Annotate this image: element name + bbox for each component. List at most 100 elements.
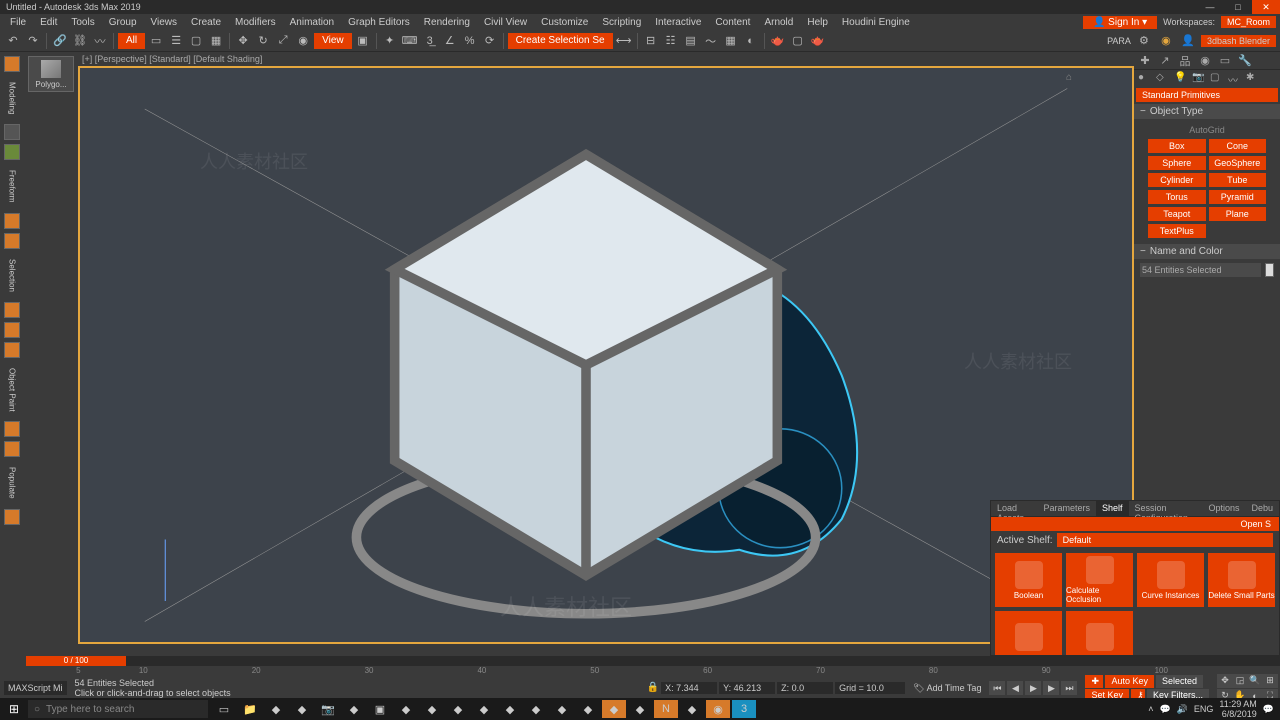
active-shelf-dropdown[interactable]: Default [1057,533,1273,547]
lights-icon[interactable]: 💡 [1174,72,1186,84]
ribbon-tool-icon[interactable] [4,441,20,457]
geometry-icon[interactable]: ● [1138,72,1150,84]
houdini-icon[interactable]: ◉ [706,700,730,718]
nuke-icon[interactable]: N [654,700,678,718]
key-mode-icon[interactable]: ✚ [1085,675,1103,688]
keyboard-shortcut-icon[interactable]: ⌨ [401,32,419,50]
pyramid-button[interactable]: Pyramid [1209,190,1267,204]
menu-help[interactable]: Help [801,17,834,28]
shelf-curve-instances[interactable]: Curve Instances [1137,553,1204,607]
menu-tools[interactable]: Tools [65,17,100,28]
app-icon[interactable]: ▣ [368,700,392,718]
spacewarps-icon[interactable]: 〰 [1228,72,1240,84]
plane-button[interactable]: Plane [1209,207,1267,221]
mirror-icon[interactable]: ⟷ [615,32,633,50]
named-selection-dropdown[interactable]: Create Selection Se [508,33,613,49]
shelf-boolean[interactable]: Boolean [995,553,1062,607]
undo-icon[interactable]: ↶ [4,32,22,50]
ribbon-tool-icon[interactable] [4,302,20,318]
menu-content[interactable]: Content [709,17,756,28]
color-swatch[interactable] [1265,263,1274,277]
manipulate-icon[interactable]: ✦ [381,32,399,50]
minimize-button[interactable]: — [1196,0,1224,14]
shelf-item[interactable] [1066,611,1133,655]
app-icon[interactable]: ◆ [550,700,574,718]
app-icon[interactable]: ◆ [420,700,444,718]
pivot-icon[interactable]: ▣ [354,32,372,50]
app-icon[interactable]: ◆ [680,700,704,718]
notifications-icon[interactable]: 💬 [1263,704,1274,715]
scale-icon[interactable]: ⤢ [274,32,292,50]
display-tab-icon[interactable]: ▭ [1218,54,1232,68]
ribbon-tool-icon[interactable] [4,509,20,525]
tray-icon[interactable]: 💬 [1159,704,1170,715]
motion-tab-icon[interactable]: ◉ [1198,54,1212,68]
app-icon[interactable]: ◆ [576,700,600,718]
object-name-input[interactable] [1140,263,1261,277]
render-icon[interactable]: 🫖 [809,32,827,50]
app-icon[interactable]: ◆ [342,700,366,718]
tray-icon[interactable]: 🔊 [1177,704,1188,715]
shelf-item[interactable] [995,611,1062,655]
autokey-button[interactable]: Auto Key [1105,675,1154,688]
menu-graph-editors[interactable]: Graph Editors [342,17,416,28]
nav-icon[interactable]: ⊞ [1262,674,1278,688]
select-by-name-icon[interactable]: ☰ [167,32,185,50]
ribbon-tool-icon[interactable] [4,322,20,338]
menu-file[interactable]: File [4,17,32,28]
viewport-label[interactable]: [+] [Perspective] [Standard] [Default Sh… [78,52,1134,66]
align-icon[interactable]: ⊟ [642,32,660,50]
selection-filter-dropdown[interactable]: All [118,33,145,49]
user-avatar-icon[interactable]: 👤 [1179,32,1197,50]
ribbon-modeling-icon[interactable] [4,56,20,72]
menu-interactive[interactable]: Interactive [649,17,707,28]
goto-start-icon[interactable]: ⏮ [989,681,1005,695]
polygon-modeling-button[interactable]: Polygo... [28,56,74,92]
select-icon[interactable]: ▭ [147,32,165,50]
cone-button[interactable]: Cone [1209,139,1267,153]
app-icon[interactable]: ◆ [394,700,418,718]
unlink-icon[interactable]: ⛓ [71,32,89,50]
goto-end-icon[interactable]: ⏭ [1061,681,1077,695]
shelf-tab-options[interactable]: Options [1202,501,1245,516]
app-icon[interactable]: ◆ [628,700,652,718]
shelf-tab-debug[interactable]: Debu [1245,501,1279,516]
tray-time[interactable]: 11:29 AM [1219,699,1256,709]
time-track[interactable]: 0 / 100 [26,656,1280,666]
shapes-icon[interactable]: ◇ [1156,72,1168,84]
tray-chevron-icon[interactable]: ˄ [1148,704,1153,714]
geosphere-button[interactable]: GeoSphere [1209,156,1267,170]
curve-editor-icon[interactable]: 〜 [702,32,720,50]
shelf-occlusion[interactable]: Calculate Occlusion [1066,553,1133,607]
ribbon-populate-label[interactable]: Populate [8,461,17,505]
app-icon[interactable]: ◆ [264,700,288,718]
ribbon-tool-icon[interactable] [4,233,20,249]
app-icon[interactable]: ◆ [290,700,314,718]
gear-icon[interactable]: ⚙ [1135,32,1153,50]
z-coord[interactable]: Z: 0.0 [777,682,833,694]
menu-group[interactable]: Group [103,17,143,28]
menu-create[interactable]: Create [185,17,227,28]
menu-customize[interactable]: Customize [535,17,594,28]
utilities-tab-icon[interactable]: 🔧 [1238,54,1252,68]
close-button[interactable]: ✕ [1252,0,1280,14]
textplus-button[interactable]: TextPlus [1148,224,1206,238]
cameras-icon[interactable]: 📷 [1192,72,1204,84]
signin-button[interactable]: 👤 Sign In ▾ [1083,16,1157,29]
app-icon[interactable]: ◆ [446,700,470,718]
torus-button[interactable]: Torus [1148,190,1206,204]
rotate-icon[interactable]: ↻ [254,32,272,50]
viewport[interactable]: ⌂ 人人素材社区 人人素材社区 人人素材社区 [78,66,1134,644]
selected-mode[interactable]: Selected [1156,675,1203,688]
nav-icon[interactable]: 🔍 [1247,674,1263,688]
shelf-delete-small[interactable]: Delete Small Parts [1208,553,1275,607]
app-icon[interactable]: ◆ [524,700,548,718]
render-setup-icon[interactable]: 🫖 [769,32,787,50]
app-icon[interactable]: ◆ [498,700,522,718]
angle-snap-icon[interactable]: ∠ [441,32,459,50]
shelf-tab-params[interactable]: Parameters [1037,501,1096,516]
y-coord[interactable]: Y: 46.213 [719,682,775,694]
layer-icon[interactable]: ☷ [662,32,680,50]
placement-icon[interactable]: ◉ [294,32,312,50]
prev-frame-icon[interactable]: ◀ [1007,681,1023,695]
